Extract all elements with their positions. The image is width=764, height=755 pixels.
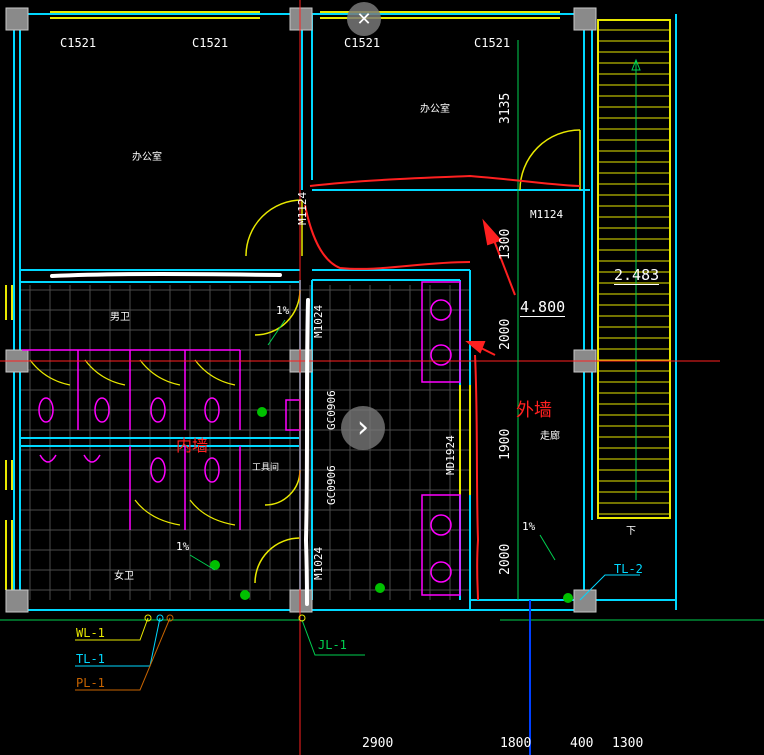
close-button[interactable]: ✕ xyxy=(347,2,381,36)
tile-grid xyxy=(20,285,470,600)
door-label-m1124-a: M1124 xyxy=(296,191,309,225)
room-label-tool: 工具间 xyxy=(252,463,280,473)
level-corridor: 4.800 xyxy=(520,298,566,317)
dim-2000-a: 2000 xyxy=(498,318,513,350)
chevron-right-icon: › xyxy=(357,410,369,445)
pipe-label-tl2: TL-2 xyxy=(614,562,643,576)
door-label-m1024-b: M1024 xyxy=(312,546,325,580)
pipe-legend-leaders xyxy=(75,574,640,691)
door-label-md1924: MD1924 xyxy=(444,435,457,475)
slope-label-2: 1% xyxy=(176,540,190,553)
level-stair: 2.483 xyxy=(614,266,660,285)
window-label-3: C1521 xyxy=(344,36,381,50)
axis-lines xyxy=(0,0,720,755)
door-label-gc0906-b: GC0906 xyxy=(325,465,338,505)
door-label-m1124-b: M1124 xyxy=(530,208,564,221)
dim-bottom-1300: 1300 xyxy=(612,736,644,751)
annotation-inner-wall: 内墙 xyxy=(176,436,209,455)
dim-1900: 1900 xyxy=(498,428,513,460)
dim-3135: 3135 xyxy=(498,92,513,124)
dim-bottom-2900: 2900 xyxy=(362,736,394,751)
dim-bottom-400: 400 xyxy=(570,736,594,751)
pipe-label-wl: WL-1 xyxy=(76,626,105,640)
floor-drains xyxy=(210,407,573,603)
slope-label-1: 1% xyxy=(276,304,290,317)
room-label-office-right: 办公室 xyxy=(420,104,450,115)
red-markup xyxy=(304,174,581,601)
floor-plan-drawing xyxy=(0,0,764,755)
stair-mark: 下 xyxy=(626,526,636,537)
room-label-corridor: 走廊 xyxy=(540,431,560,442)
window-label-1: C1521 xyxy=(60,36,97,50)
dim-2000-b: 2000 xyxy=(498,543,513,575)
room-label-office-left: 办公室 xyxy=(132,152,162,163)
door-label-gc0906-a: GC0906 xyxy=(325,390,338,430)
pipe-label-pl: PL-1 xyxy=(76,676,105,690)
window-label-4: C1521 xyxy=(474,36,511,50)
door-label-m1024-a: M1024 xyxy=(312,304,325,338)
room-label-men: 男卫 xyxy=(110,312,130,323)
pipe-label-jl: JL-1 xyxy=(318,638,347,652)
annotation-outer-wall: 外墙 xyxy=(516,400,552,421)
dim-bottom-1800: 1800 xyxy=(500,736,532,751)
pipe-label-tl: TL-1 xyxy=(76,652,105,666)
next-image-button[interactable]: › xyxy=(341,406,385,450)
window-label-2: C1521 xyxy=(192,36,229,50)
slope-label-3: 1% xyxy=(522,520,536,533)
close-icon: ✕ xyxy=(356,8,372,30)
room-label-women: 女卫 xyxy=(114,571,134,582)
dim-1300: 1300 xyxy=(498,228,513,260)
